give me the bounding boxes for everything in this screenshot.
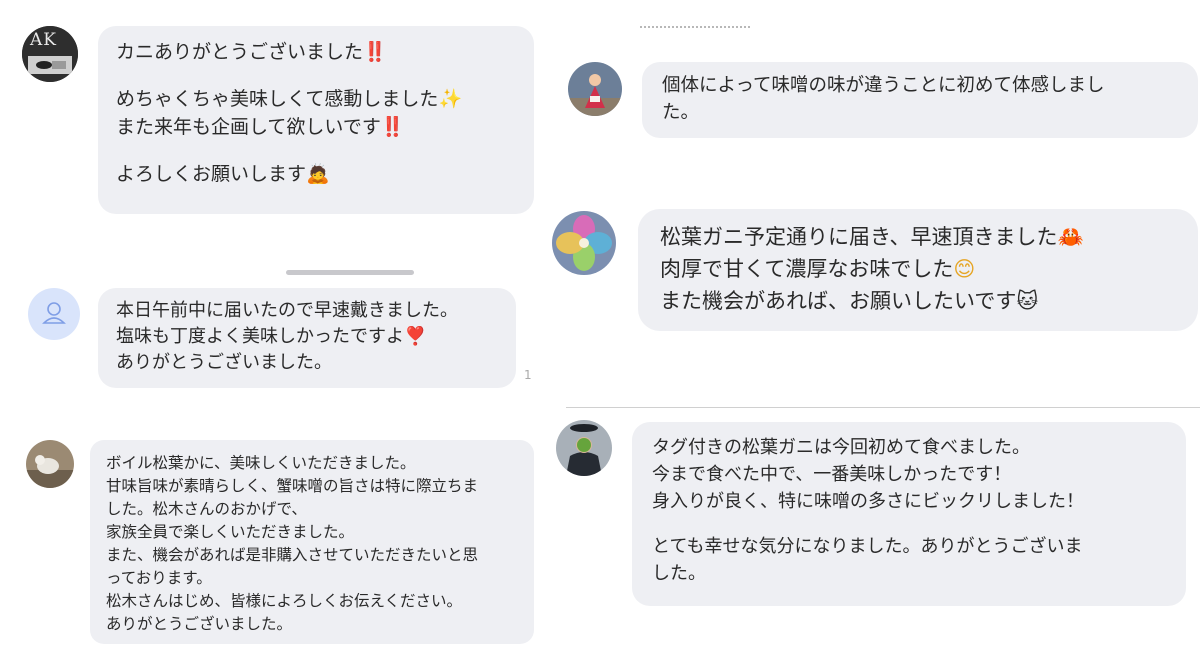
avatar-ak-label: AK [30,30,57,50]
message-6-line-4: とても幸せな気分になりました。ありがとうございま [652,536,1083,557]
smiling-face-icon: 😊 [953,257,976,281]
message-panel-5: 松葉ガニ予定通りに届き、早速頂きました🦀 肉厚で甘くて濃厚なお味でした😊 また機… [540,175,1200,407]
heart-exclamation-icon: ❣️ [404,326,427,347]
message-2-line-3: ありがとうございました。 [116,352,332,373]
avatar-apple-man-image [556,420,612,476]
avatar-girl[interactable] [568,62,622,116]
message-3-line-3: した。松木さんのおかげで、 [106,500,307,518]
message-2-line-2: 塩味も丁度よく美味しかったですよ❣️ [116,324,498,350]
message-1-line-3: また来年も企画して欲しいです‼️ [116,113,516,141]
default-avatar[interactable] [28,288,80,340]
message-3-line-6: っております。 [106,569,212,587]
message-5-line-2: 肉厚で甘くて濃厚なお味でした😊 [660,253,1176,285]
message-panel-1: AK カニありがとうございました‼️ めちゃくちゃ美味しくて感動しました✨ また… [0,0,540,240]
message-6-line-2: 今まで食べた中で、一番美味しかったです！ [652,464,1012,485]
message-panel-3: ボイル松葉かに、美味しくいただきました。 甘味旨味が素晴らしく、蟹味噌の旨さは特… [0,428,540,672]
message-1-line-4: よろしくお願いします🙇 [116,160,516,188]
message-bubble-1[interactable]: カニありがとうございました‼️ めちゃくちゃ美味しくて感動しました✨ また来年も… [98,26,534,214]
message-1-line-2: めちゃくちゃ美味しくて感動しました✨ [116,85,516,113]
message-bubble-2[interactable]: 本日午前中に届いたので早速戴きました。 塩味も丁度よく美味しかったですよ❣️ あ… [98,288,516,388]
bowing-person-icon: 🙇 [306,163,330,185]
message-4-line-2: た。 [662,102,700,123]
message-2-line-1: 本日午前中に届いたので早速戴きました。 [116,300,458,321]
message-3-line-8: ありがとうございました。 [106,615,293,633]
message-bubble-3[interactable]: ボイル松葉かに、美味しくいただきました。 甘味旨味が素晴らしく、蟹味噌の旨さは特… [90,440,534,644]
avatar-cat-image [26,440,74,488]
avatar-girl-image [568,62,622,116]
message-5-line-3: また機会があれば、お願いしたいです🐱 [660,285,1176,317]
message-3-line-1: ボイル松葉かに、美味しくいただきました。 [106,454,416,472]
person-outline-icon [42,302,66,324]
scroll-handle[interactable] [286,270,414,275]
message-3-line-2: 甘味旨味が素晴らしく、蟹味噌の旨さは特に際立ちま [106,477,479,495]
message-3-line-4: 家族全員で楽しくいただきました。 [106,523,355,541]
message-4-line-1: 個体によって味噌の味が違うことに初めて体感しまし [662,75,1105,96]
message-3-line-5: また、機会があれば是非購入させていただきたいと思 [106,546,479,564]
message-panel-2: 本日午前中に届いたので早速戴きました。 塩味も丁度よく美味しかったですよ❣️ あ… [0,280,540,398]
crab-icon: 🦀 [1057,225,1084,249]
message-6-line-3: 身入りが良く、特に味噌の多さにビックリしました！ [652,491,1084,512]
message-bubble-5[interactable]: 松葉ガニ予定通りに届き、早速頂きました🦀 肉厚で甘くて濃厚なお味でした😊 また機… [638,209,1198,331]
message-bubble-6[interactable]: タグ付きの松葉ガニは今回初めて食べました。 今まで食べた中で、一番美味しかったで… [632,422,1186,606]
avatar-apple-man[interactable] [556,420,612,476]
cat-face-icon: 🐱 [1016,289,1039,313]
cropped-header-text [640,26,750,34]
message-6-line-5: した。 [652,563,706,584]
message-panel-4: 個体によって味噌の味が違うことに初めて体感しまし た。 [540,0,1200,175]
avatar-cat[interactable] [26,440,74,488]
avatar-flower[interactable] [552,211,616,275]
message-6-line-1: タグ付きの松葉ガニは今回初めて食べました。 [652,437,1030,458]
avatar-ak[interactable]: AK [22,26,78,82]
double-exclamation-icon: ‼️ [363,41,387,63]
message-3-line-7: 松木さんはじめ、皆様によろしくお伝えください。 [106,592,463,610]
message-2-side-mark: 1 [524,368,532,382]
sparkles-icon: ✨ [438,88,463,110]
message-bubble-4[interactable]: 個体によって味噌の味が違うことに初めて体感しまし た。 [642,62,1198,138]
avatar-flower-image [552,211,616,275]
message-1-line-1: カニありがとうございました‼️ [116,38,516,66]
double-exclamation-icon: ‼️ [380,116,405,138]
message-5-line-1: 松葉ガニ予定通りに届き、早速頂きました🦀 [660,221,1176,253]
message-panel-6: タグ付きの松葉ガニは今回初めて食べました。 今まで食べた中で、一番美味しかったで… [540,408,1200,672]
